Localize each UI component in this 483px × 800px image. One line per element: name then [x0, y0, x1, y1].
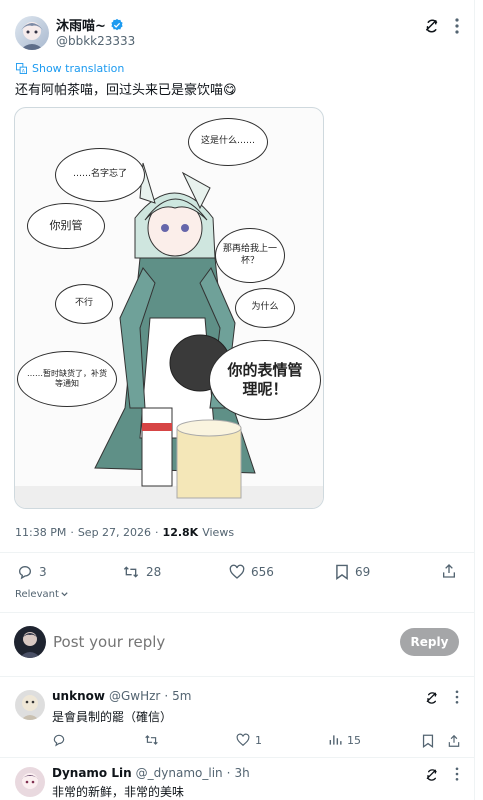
- reply-like-button[interactable]: 1: [236, 733, 262, 747]
- reply-input[interactable]: [53, 630, 373, 654]
- post-thread: 沐雨喵~ @bbkk23333 A Show translation 还有阿帕茶…: [0, 0, 474, 800]
- heart-icon: [229, 564, 245, 579]
- bookmark-icon: [422, 734, 434, 748]
- views-label: Views: [202, 526, 235, 539]
- separator-dot: ·: [164, 689, 169, 703]
- reply-icon: [53, 734, 65, 747]
- post-time[interactable]: 11:38 PM: [15, 526, 66, 539]
- post-text: 还有阿帕茶喵，回过头来已是豪饮喵: [15, 83, 224, 98]
- reply-button[interactable]: 3: [17, 564, 47, 580]
- analytics-icon: [329, 735, 342, 745]
- reply-text: 是會員制的罷（確信）: [52, 710, 173, 724]
- reply-reply-button[interactable]: [52, 733, 66, 747]
- bookmark-count: 69: [355, 565, 371, 579]
- sort-dropdown[interactable]: Relevant: [15, 589, 69, 600]
- reply-submit-button[interactable]: Reply: [400, 628, 459, 656]
- speech-bubble: 你别管: [27, 203, 105, 249]
- reply-repost-button[interactable]: [144, 733, 159, 747]
- more-options-icon[interactable]: [450, 766, 464, 786]
- speech-bubble: 你的表情管理呢！: [209, 340, 321, 420]
- grok-icon[interactable]: [424, 767, 440, 787]
- separator-dot: ·: [226, 766, 231, 780]
- verified-badge-icon: [110, 18, 124, 32]
- speech-bubble: 不行: [55, 284, 113, 324]
- heart-icon: [236, 733, 250, 747]
- divider: [0, 552, 474, 553]
- reply-views-count: 15: [347, 733, 361, 747]
- column-border: [474, 0, 475, 800]
- post-date[interactable]: Sep 27, 2026: [78, 526, 151, 539]
- separator-dot: ·: [155, 526, 159, 539]
- show-translation-link[interactable]: Show translation: [32, 62, 124, 75]
- repost-icon: [123, 566, 139, 578]
- translate-icon: A: [16, 63, 27, 74]
- more-options-icon[interactable]: [450, 689, 464, 709]
- my-avatar[interactable]: [14, 626, 46, 658]
- author-avatar[interactable]: [15, 16, 49, 50]
- reply-icon: [18, 566, 31, 580]
- views-count: 12.8K: [162, 526, 199, 539]
- speech-bubble: ……暂时缺货了，补货等通知: [17, 351, 117, 407]
- reply-time[interactable]: 3h: [234, 766, 249, 780]
- like-count: 656: [251, 565, 274, 579]
- reply-share-button[interactable]: [447, 733, 461, 752]
- bookmark-button[interactable]: 69: [335, 564, 370, 580]
- grok-icon[interactable]: [424, 690, 440, 710]
- reply-author-name[interactable]: unknow: [52, 689, 105, 703]
- author-name[interactable]: 沐雨喵~: [56, 15, 106, 34]
- reply-bookmark-button[interactable]: [422, 733, 434, 752]
- reply-author-name[interactable]: Dynamo Lin: [52, 766, 132, 780]
- author-handle[interactable]: @bbkk23333: [56, 34, 135, 48]
- speech-bubble: ……名字忘了: [55, 148, 145, 202]
- divider: [0, 757, 474, 758]
- like-button[interactable]: 656: [229, 564, 274, 580]
- divider: [0, 676, 474, 677]
- repost-icon: [145, 735, 158, 745]
- reply-avatar[interactable]: [15, 690, 45, 720]
- share-icon: [448, 734, 460, 747]
- repost-count: 28: [146, 565, 162, 579]
- speech-bubble: 为什么: [235, 288, 295, 328]
- more-options-icon[interactable]: [449, 17, 465, 39]
- grok-icon[interactable]: [423, 17, 441, 39]
- reply-like-count: 1: [255, 733, 262, 747]
- chevron-down-icon: [61, 592, 68, 597]
- repost-button[interactable]: 28: [122, 564, 161, 580]
- separator-dot: ·: [70, 526, 74, 539]
- emoji-yum: 😋: [223, 83, 237, 98]
- post-image[interactable]: 这是什么…… ……名字忘了 你别管 那再给我上一杯？ 不行 为什么 ……暂时缺货…: [14, 107, 324, 509]
- speech-bubble: 这是什么……: [188, 118, 268, 166]
- reply-views-button[interactable]: 15: [328, 733, 361, 747]
- sort-label: Relevant: [15, 589, 59, 600]
- reply-author-handle[interactable]: @GwHzr: [109, 689, 160, 703]
- reply-count: 3: [39, 565, 47, 579]
- share-button[interactable]: [441, 563, 457, 583]
- speech-bubble: 那再给我上一杯？: [215, 228, 285, 283]
- author-avatar-art: [20, 22, 44, 50]
- share-icon: [443, 564, 455, 578]
- reply-author-handle[interactable]: @_dynamo_lin: [136, 766, 223, 780]
- bookmark-icon: [336, 564, 348, 580]
- reply-avatar[interactable]: [15, 767, 45, 797]
- reply-text: 非常的新鲜，非常的美味: [52, 785, 185, 799]
- reply-time[interactable]: 5m: [172, 689, 191, 703]
- divider: [0, 612, 474, 613]
